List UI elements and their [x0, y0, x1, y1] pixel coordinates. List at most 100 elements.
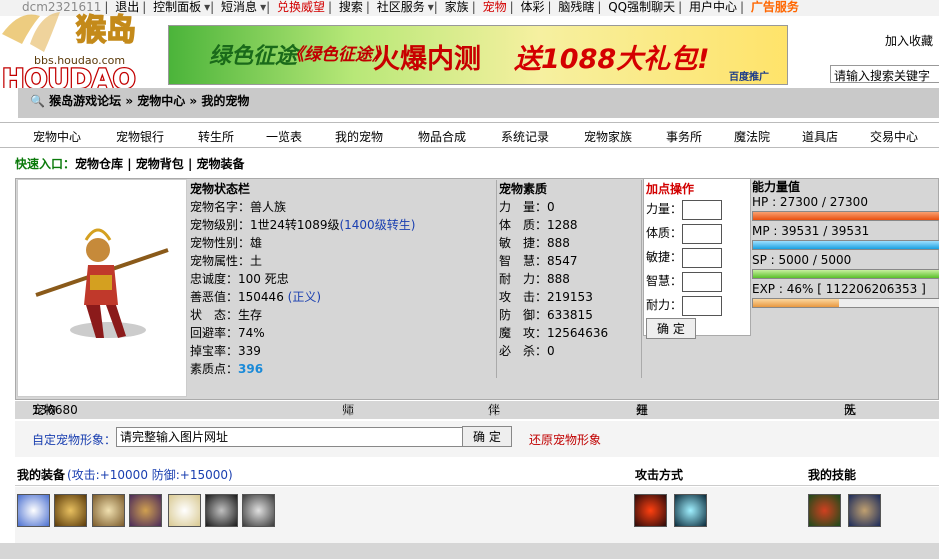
add-endurance-input[interactable]	[682, 295, 723, 316]
nav-user-center[interactable]: 用户中心	[689, 0, 737, 15]
tab-magic[interactable]: 魔法院	[734, 128, 770, 145]
pet-dodge: 74%	[238, 326, 265, 340]
add-strength-input[interactable]	[682, 199, 723, 220]
q-label: 魔 攻：	[499, 326, 548, 340]
custom-label: 自定宠物形象：	[32, 433, 117, 447]
evil-label: 善恶值：	[190, 290, 239, 304]
add-wisdom-input[interactable]	[682, 271, 723, 292]
addpoints-confirm-button[interactable]: 确 定	[646, 318, 696, 339]
equip-weapon-icon[interactable]	[17, 494, 50, 527]
name-label: 宠物名字：	[190, 200, 251, 214]
tab-pet-family[interactable]: 宠物家族	[584, 128, 632, 145]
pet-level: 1世24转1089级	[250, 218, 340, 232]
nav-community[interactable]: 社区服务	[377, 0, 425, 15]
equip-helmet-icon[interactable]	[92, 494, 125, 527]
nav-exchange[interactable]: 兑换威望	[277, 0, 325, 15]
tab-office[interactable]: 事务所	[666, 128, 702, 145]
q-magic: 12564636	[547, 326, 609, 340]
nav-lottery[interactable]: 体彩	[520, 0, 544, 15]
pet-loyalty: 100 死忠	[238, 272, 289, 286]
quick-backpack[interactable]: 宠物背包	[136, 157, 184, 171]
q-label: 体 质：	[499, 218, 548, 232]
tab-synthesis[interactable]: 物品合成	[418, 128, 466, 145]
search-input[interactable]: 请输入搜索关键字	[830, 65, 939, 83]
equip-boots-icon[interactable]	[168, 494, 201, 527]
equip-gloves-icon[interactable]	[242, 494, 275, 527]
nav-control-panel[interactable]: 控制面板	[153, 0, 201, 15]
skill-1-icon[interactable]	[808, 494, 841, 527]
pet-name: 兽人族	[250, 200, 287, 214]
attack-mode-ice-icon[interactable]	[674, 494, 707, 527]
site-logo[interactable]: 猴岛 bbs.houdao.com HOUDAO	[0, 4, 160, 96]
footer-bar	[0, 543, 939, 559]
pet-partner: 无	[488, 403, 501, 417]
nav-messages[interactable]: 短消息	[221, 0, 257, 15]
pet-status: 宠物状态栏 宠物名字：兽人族 宠物级别：1世24转1089级(1400级转生) …	[190, 180, 495, 378]
quick-equipment[interactable]: 宠物装备	[197, 157, 245, 171]
hp-bar	[752, 211, 939, 221]
attack-mode-label: 攻击方式	[635, 468, 684, 482]
tab-pet-center[interactable]: 宠物中心	[33, 128, 81, 145]
nav-search[interactable]: 搜索	[339, 0, 363, 15]
q-agility: 888	[547, 236, 570, 250]
q-wisdom: 8547	[547, 254, 578, 268]
restore-image-link[interactable]: 还原宠物形象	[529, 431, 601, 448]
skill-2-icon[interactable]	[848, 494, 881, 527]
attack-mode-fire-icon[interactable]	[634, 494, 667, 527]
add-constitution-input[interactable]	[682, 223, 723, 244]
pet-drop: 339	[238, 344, 261, 358]
breadcrumb-text[interactable]: 猴岛游戏论坛 » 宠物中心 » 我的宠物	[49, 94, 249, 108]
nav-qq[interactable]: QQ强制聊天	[608, 0, 675, 15]
equip-ring-icon[interactable]	[54, 494, 87, 527]
ap-label: 智慧：	[646, 274, 683, 288]
quick-entry: 快速入口：宠物仓库 | 宠物背包 | 宠物装备	[15, 157, 245, 171]
tab-rebirth[interactable]: 转生所	[198, 128, 234, 145]
loyalty-label: 忠诚度：	[190, 272, 239, 286]
pet-coin: 136680	[32, 403, 78, 417]
tab-records[interactable]: 系统记录	[501, 128, 549, 145]
add-points-panel: 加点操作 力量： 体质： 敏捷： 智慧： 耐力： 确 定	[643, 178, 751, 339]
image-url-input[interactable]: 请完整输入图片网址	[116, 427, 468, 447]
tab-trade[interactable]: 交易中心	[870, 128, 918, 145]
add-favorite-link[interactable]: 加入收藏	[885, 32, 933, 49]
quick-warehouse[interactable]: 宠物仓库	[75, 157, 123, 171]
equipment-row	[15, 487, 939, 543]
pet-evil: 150446	[238, 290, 284, 304]
add-agility-input[interactable]	[682, 247, 723, 268]
nav-pet[interactable]: 宠物	[483, 0, 507, 15]
ap-label: 敏捷：	[646, 250, 683, 264]
quick-label: 快速入口：	[15, 157, 76, 171]
main-nav: 宠物中心 宠物银行 转生所 一览表 我的宠物 物品合成 系统记录 宠物家族 事务…	[0, 122, 939, 148]
equip-label: 我的装备	[17, 468, 66, 482]
nav-family[interactable]: 家族	[445, 0, 469, 15]
pet-level-note: (1400级转生)	[339, 218, 416, 232]
tab-shop[interactable]: 道具店	[802, 128, 838, 145]
q-strength: 0	[547, 200, 555, 214]
sp-bar	[752, 269, 939, 279]
points-label: 素质点：	[190, 362, 239, 376]
custom-image-row: 自定宠物形象： 请完整输入图片网址 确 定 还原宠物形象	[15, 421, 939, 457]
q-critical: 0	[547, 344, 555, 358]
q-defense: 633815	[547, 308, 593, 322]
logo-text: HOUDAO	[2, 64, 136, 88]
nav-ads[interactable]: 广告服务	[751, 0, 799, 15]
custom-confirm-button[interactable]: 确 定	[462, 426, 512, 447]
tab-overview[interactable]: 一览表	[266, 128, 302, 145]
equip-armor-icon[interactable]	[129, 494, 162, 527]
addpoints-title: 加点操作	[646, 182, 695, 196]
gender-label: 宠物性别：	[190, 236, 251, 250]
exp-text: EXP : 46% [ 112206206353 ]	[752, 282, 926, 296]
ad-banner[interactable]: 绿色征途 《绿色征途》 火爆内测 送1088大礼包! 百度推广	[168, 25, 788, 85]
hp-text: HP : 27300 / 27300	[752, 195, 868, 209]
banner-gift: 送1088大礼包!	[514, 44, 710, 75]
equip-amulet-icon[interactable]	[205, 494, 238, 527]
tab-my-pet[interactable]: 我的宠物	[335, 128, 383, 145]
tab-pet-bank[interactable]: 宠物银行	[116, 128, 164, 145]
equip-stats: (攻击:+10000 防御:+15000)	[67, 468, 233, 482]
ap-label: 耐力：	[646, 298, 683, 312]
exp-bar	[752, 298, 939, 308]
q-label: 力 量：	[499, 200, 548, 214]
pet-state: 生存	[238, 308, 263, 322]
nav-brain[interactable]: 脑残瞎	[558, 0, 594, 15]
mp-text: MP : 39531 / 39531	[752, 224, 870, 238]
